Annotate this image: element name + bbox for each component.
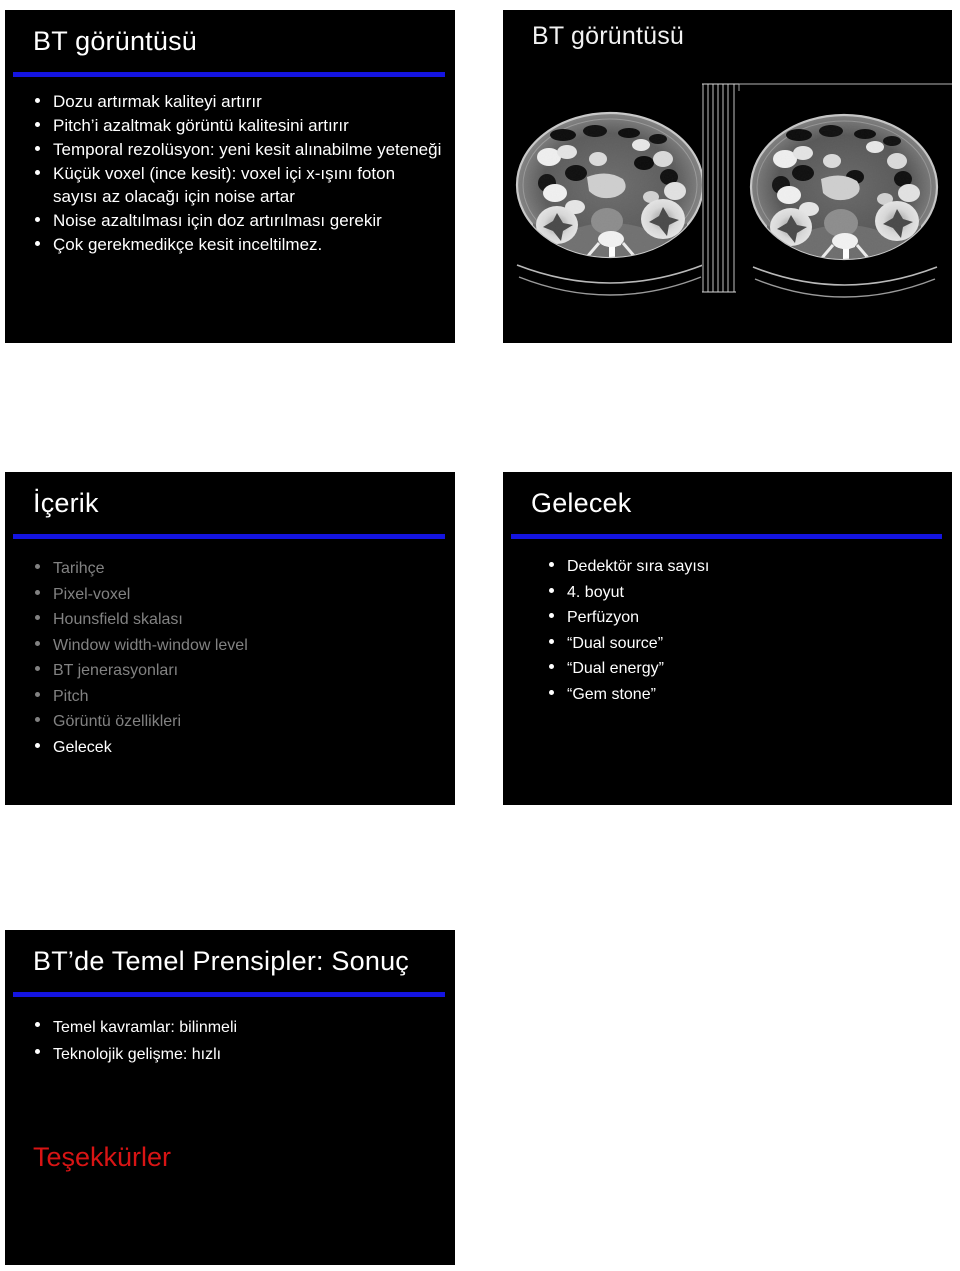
bullet-list: Dedektör sıra sayısı 4. boyut Perfüzyon …: [545, 554, 940, 707]
bullet-list: Temel kavramlar: bilinmeli Teknolojik ge…: [31, 1014, 443, 1068]
title-divider-rule: [13, 534, 445, 539]
list-item: Küçük voxel (ince kesit): voxel içi x-ış…: [31, 162, 443, 208]
slide-title: İçerik: [33, 488, 99, 518]
slide-title: BT’de Temel Prensipler: Sonuç: [33, 946, 409, 976]
slide-bt-goruntusu-image[interactable]: BT görüntüsü: [503, 10, 952, 343]
slide-sonuc[interactable]: BT’de Temel Prensipler: Sonuç Temel kavr…: [5, 930, 455, 1265]
slide-bt-goruntusu-text[interactable]: BT görüntüsü Dozu artırmak kaliteyi artı…: [5, 10, 455, 343]
abdominal-ct-axial-pair-figure: [503, 73, 952, 326]
list-item: Tarihçe: [31, 556, 443, 582]
list-item: Temporal rezolüsyon: yeni kesit alınabil…: [31, 138, 443, 161]
slide-title: Gelecek: [531, 488, 632, 518]
bullet-list: Dozu artırmak kaliteyi artırır Pitch’i a…: [31, 90, 443, 257]
list-item: Pixel-voxel: [31, 582, 443, 608]
list-item: Çok gerekmedikçe kesit inceltilmez.: [31, 233, 443, 256]
list-item: Pitch: [31, 684, 443, 710]
list-item: Noise azaltılması için doz artırılması g…: [31, 209, 443, 232]
list-item: Teknolojik gelişme: hızlı: [31, 1041, 443, 1068]
list-item: Pitch’i azaltmak görüntü kalitesini artı…: [31, 114, 443, 137]
ct-scan-image: [503, 73, 952, 326]
bullet-list: Tarihçe Pixel-voxel Hounsfield skalası W…: [31, 556, 443, 760]
list-item-active: Gelecek: [31, 735, 443, 761]
title-divider-rule: [13, 992, 445, 997]
list-item: Hounsfield skalası: [31, 607, 443, 633]
title-divider-rule: [511, 534, 942, 539]
list-item: Dedektör sıra sayısı: [545, 554, 940, 580]
slide-title: BT görüntüsü: [532, 22, 685, 50]
list-item: Görüntü özellikleri: [31, 709, 443, 735]
slide-title: BT görüntüsü: [33, 26, 198, 56]
title-divider-rule: [13, 72, 445, 77]
list-item: Window width-window level: [31, 633, 443, 659]
list-item: “Dual source”: [545, 631, 940, 657]
list-item: Dozu artırmak kaliteyi artırır: [31, 90, 443, 113]
list-item: BT jenerasyonları: [31, 658, 443, 684]
closing-thank-you-text: Teşekkürler: [33, 1142, 172, 1172]
list-item: 4. boyut: [545, 580, 940, 606]
list-item: Perfüzyon: [545, 605, 940, 631]
slide-icerik[interactable]: İçerik Tarihçe Pixel-voxel Hounsfield sk…: [5, 472, 455, 805]
list-item: Temel kavramlar: bilinmeli: [31, 1014, 443, 1041]
list-item: “Dual energy”: [545, 656, 940, 682]
slide-gelecek[interactable]: Gelecek Dedektör sıra sayısı 4. boyut Pe…: [503, 472, 952, 805]
list-item: “Gem stone”: [545, 682, 940, 708]
